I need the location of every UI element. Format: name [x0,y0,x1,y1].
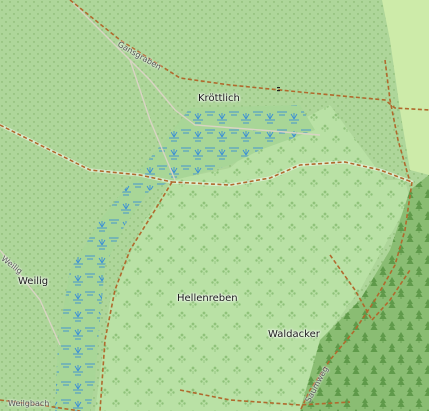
place-label-hellenreben[interactable]: Hellenreben [177,294,238,304]
map-canvas [0,0,429,411]
road-label-weilgbach: Weilgbach [8,399,50,408]
map-view[interactable]: Kröttlich Weilig Hellenreben Waldacker G… [0,0,429,411]
place-label-weilig[interactable]: Weilig [18,277,48,287]
place-label-krottlich[interactable]: Kröttlich [198,94,240,104]
place-label-waldacker[interactable]: Waldacker [268,330,320,340]
